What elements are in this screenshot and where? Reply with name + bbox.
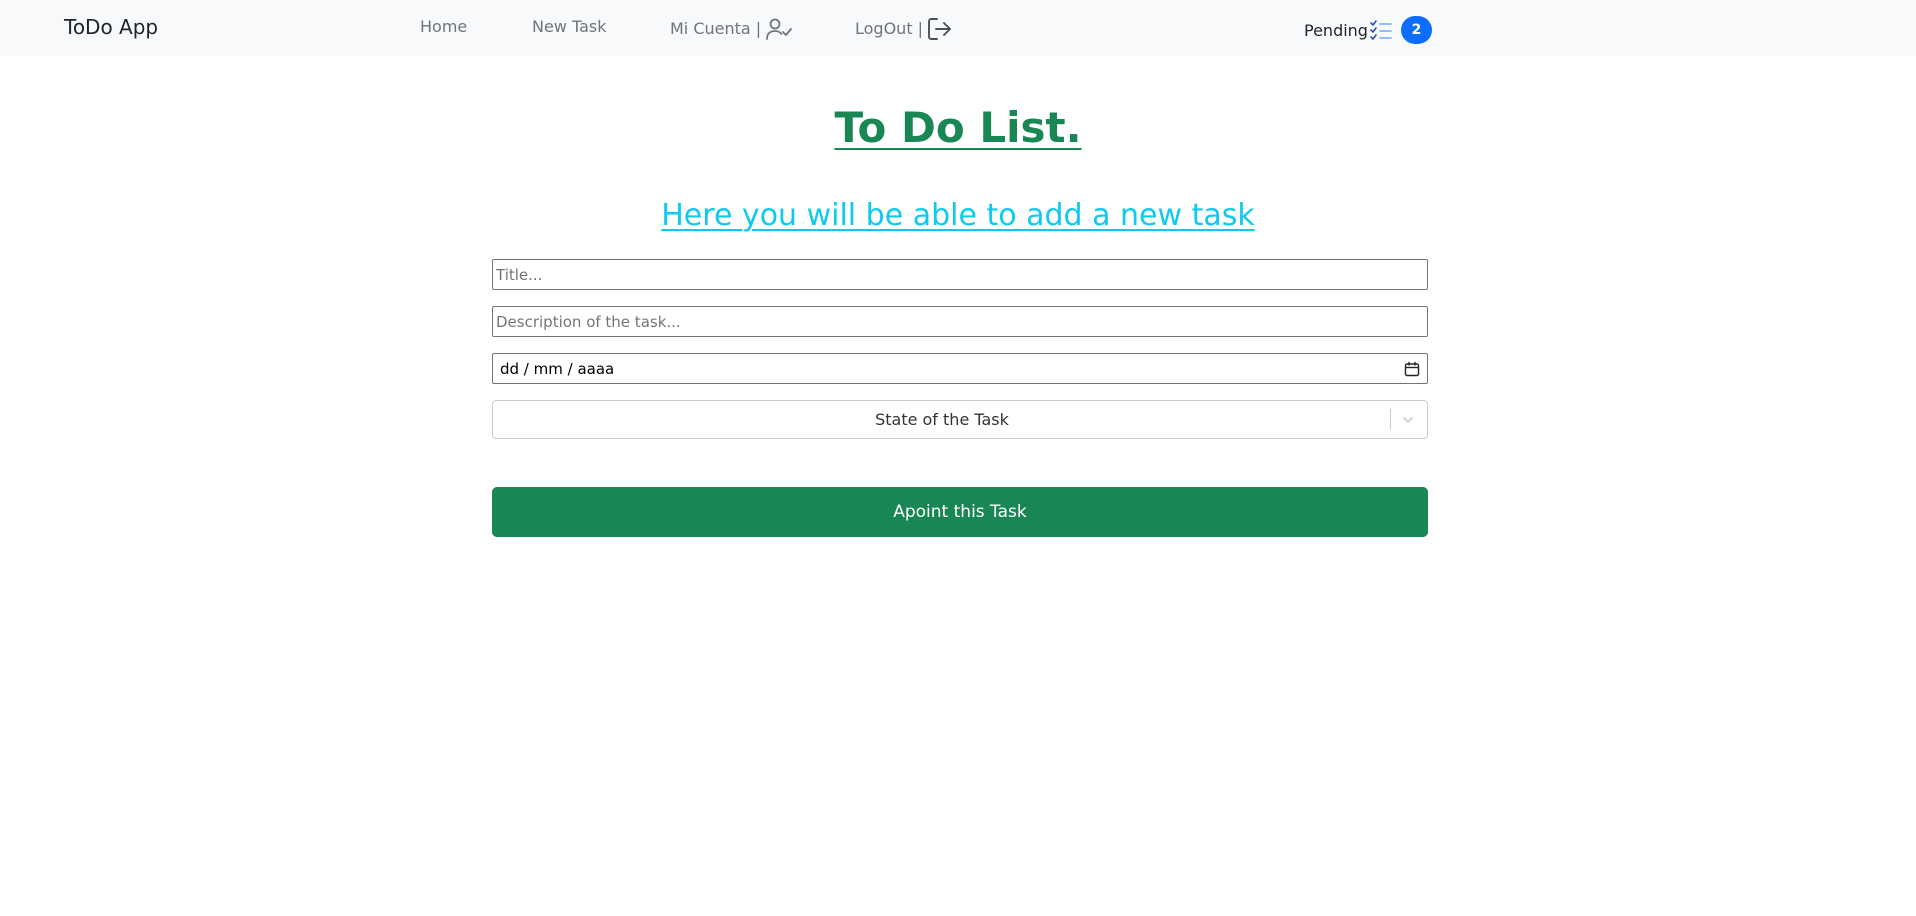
nav-account-label: Mi Cuenta | [670, 19, 762, 38]
task-description-input[interactable] [492, 306, 1428, 337]
task-state-select[interactable]: State of the Task [492, 400, 1428, 439]
nav-home-link[interactable]: Home [420, 17, 467, 37]
nav-new-task-label: New Task [532, 17, 607, 36]
task-date-input[interactable]: dd / mm / aaaa [492, 353, 1428, 384]
nav-new-task-link[interactable]: New Task [532, 17, 607, 37]
page-title: To Do List. [0, 100, 1916, 156]
logout-icon [928, 18, 952, 40]
brand-link[interactable]: ToDo App [64, 14, 158, 40]
pending-label: Pending [1304, 20, 1368, 40]
page-subtitle-text: Here you will be able to add a new task [661, 198, 1255, 233]
select-separator [1390, 409, 1391, 430]
nav-home-label: Home [420, 17, 468, 36]
user-check-icon [766, 18, 793, 40]
date-value: dd / mm / aaaa [500, 359, 615, 378]
nav-logout-link[interactable]: LogOut | [855, 17, 953, 41]
apoint-task-button[interactable]: Apoint this Task [492, 487, 1428, 537]
calendar-icon[interactable] [1404, 361, 1420, 377]
nav-logout-label: LogOut | [855, 19, 924, 38]
task-state-select-value: State of the Task [875, 410, 1009, 429]
nav-account-link[interactable]: Mi Cuenta | [670, 17, 793, 41]
chevron-down-icon[interactable] [1399, 411, 1417, 429]
task-title-input[interactable] [492, 259, 1428, 290]
pending-indicator[interactable]: Pending 2 [1304, 16, 1432, 44]
page-title-text: To Do List. [834, 103, 1082, 152]
page-subtitle[interactable]: Here you will be able to add a new task [0, 196, 1916, 236]
navbar: ToDo App Home New Task Mi Cuenta | LogOu… [0, 0, 1916, 56]
pending-count-badge: 2 [1400, 16, 1432, 44]
list-check-icon [1370, 20, 1392, 40]
